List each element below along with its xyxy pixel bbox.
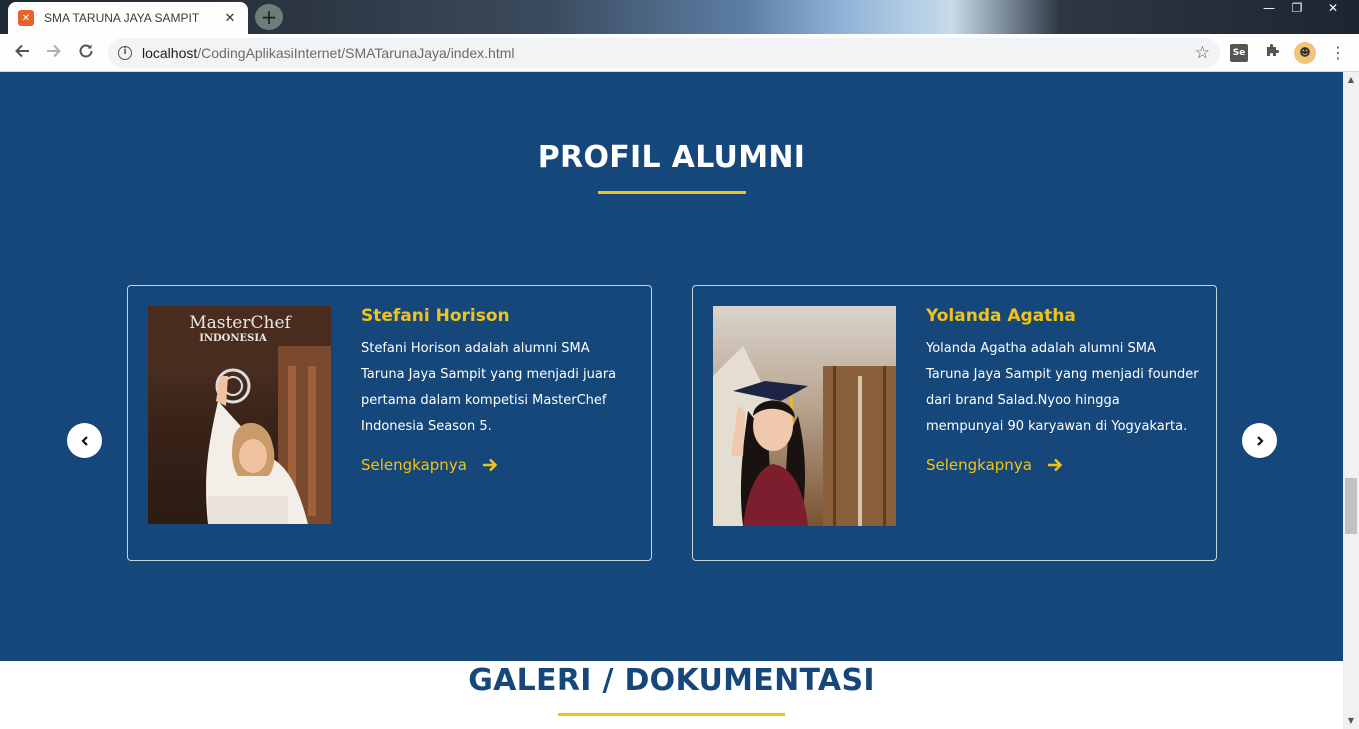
title-underline <box>598 191 746 194</box>
alumni-card: MasterChef INDONESIA Stefani Horison Ste… <box>127 285 652 561</box>
alumni-section: PROFIL ALUMNI MasterChef INDONESIA Stefa… <box>0 72 1343 661</box>
tab-close-icon[interactable]: ✕ <box>222 11 238 26</box>
chevron-right-icon <box>1256 435 1264 446</box>
tab-title: SMA TARUNA JAYA SAMPIT <box>44 11 200 25</box>
gallery-section-title: GALERI / DOKUMENTASI <box>468 663 875 698</box>
window-titlebar: ✕ SMA TARUNA JAYA SAMPIT ✕ + — ❐ ✕ <box>0 0 1359 34</box>
read-more-link[interactable]: Selengkapnya <box>926 456 1064 474</box>
scroll-down-icon[interactable]: ▼ <box>1343 713 1359 729</box>
bookmark-star-icon[interactable]: ☆ <box>1195 43 1210 63</box>
profile-avatar-icon[interactable]: ☻ <box>1294 42 1316 64</box>
minimize-icon[interactable]: — <box>1255 0 1283 18</box>
forward-arrow-icon[interactable] <box>42 42 66 64</box>
url-text: localhost/CodingAplikasiInternet/SMATaru… <box>142 45 515 61</box>
arrow-right-icon <box>482 458 498 472</box>
carousel-next-button[interactable] <box>1242 423 1277 458</box>
alumni-name: Stefani Horison <box>361 306 510 326</box>
alumni-description: Yolanda Agatha adalah alumni SMA Taruna … <box>926 341 1199 434</box>
alumni-description: Stefani Horison adalah alumni SMA Taruna… <box>361 341 617 434</box>
browser-menu-icon[interactable]: ⋮ <box>1327 42 1349 64</box>
read-more-label: Selengkapnya <box>361 456 467 474</box>
gallery-title-underline <box>558 713 785 716</box>
alumni-name: Yolanda Agatha <box>926 306 1076 326</box>
alumni-photo-stefani: MasterChef INDONESIA <box>148 306 331 524</box>
browser-toolbar: i localhost/CodingAplikasiInternet/SMATa… <box>0 34 1359 72</box>
read-more-link[interactable]: Selengkapnya <box>361 456 499 474</box>
url-host: localhost <box>142 45 198 61</box>
alumni-card: Yolanda Agatha Yolanda Agatha adalah alu… <box>692 285 1217 561</box>
masterchef-sign: MasterChef <box>189 313 292 333</box>
arrow-right-icon <box>1047 458 1063 472</box>
carousel-prev-button[interactable] <box>67 423 102 458</box>
extensions-puzzle-icon[interactable] <box>1262 42 1284 64</box>
read-more-label: Selengkapnya <box>926 456 1032 474</box>
url-path: /CodingAplikasiInternet/SMATarunaJaya/in… <box>197 45 515 61</box>
scrollbar-thumb[interactable] <box>1345 478 1357 534</box>
page-scrollbar[interactable]: ▲ ▼ <box>1343 72 1359 729</box>
selenium-extension-icon[interactable]: Se <box>1230 44 1248 62</box>
address-bar[interactable]: i localhost/CodingAplikasiInternet/SMATa… <box>108 38 1220 68</box>
masterchef-sign-sub: INDONESIA <box>199 333 267 344</box>
scroll-up-icon[interactable]: ▲ <box>1343 72 1359 88</box>
site-info-icon[interactable]: i <box>118 46 132 60</box>
browser-tab[interactable]: ✕ SMA TARUNA JAYA SAMPIT ✕ <box>8 2 248 34</box>
alumni-section-title: PROFIL ALUMNI <box>537 140 806 175</box>
new-tab-button[interactable]: + <box>255 4 283 30</box>
alumni-photo-yolanda <box>713 306 896 526</box>
page-viewport: PROFIL ALUMNI MasterChef INDONESIA Stefa… <box>0 72 1343 729</box>
gallery-section: GALERI / DOKUMENTASI <box>0 661 1343 729</box>
reload-icon[interactable] <box>74 42 98 64</box>
xampp-favicon-icon: ✕ <box>18 10 34 26</box>
chevron-left-icon <box>80 435 88 446</box>
back-arrow-icon[interactable] <box>10 42 34 64</box>
window-close-icon[interactable]: ✕ <box>1313 0 1353 18</box>
restore-icon[interactable]: ❐ <box>1283 0 1311 18</box>
